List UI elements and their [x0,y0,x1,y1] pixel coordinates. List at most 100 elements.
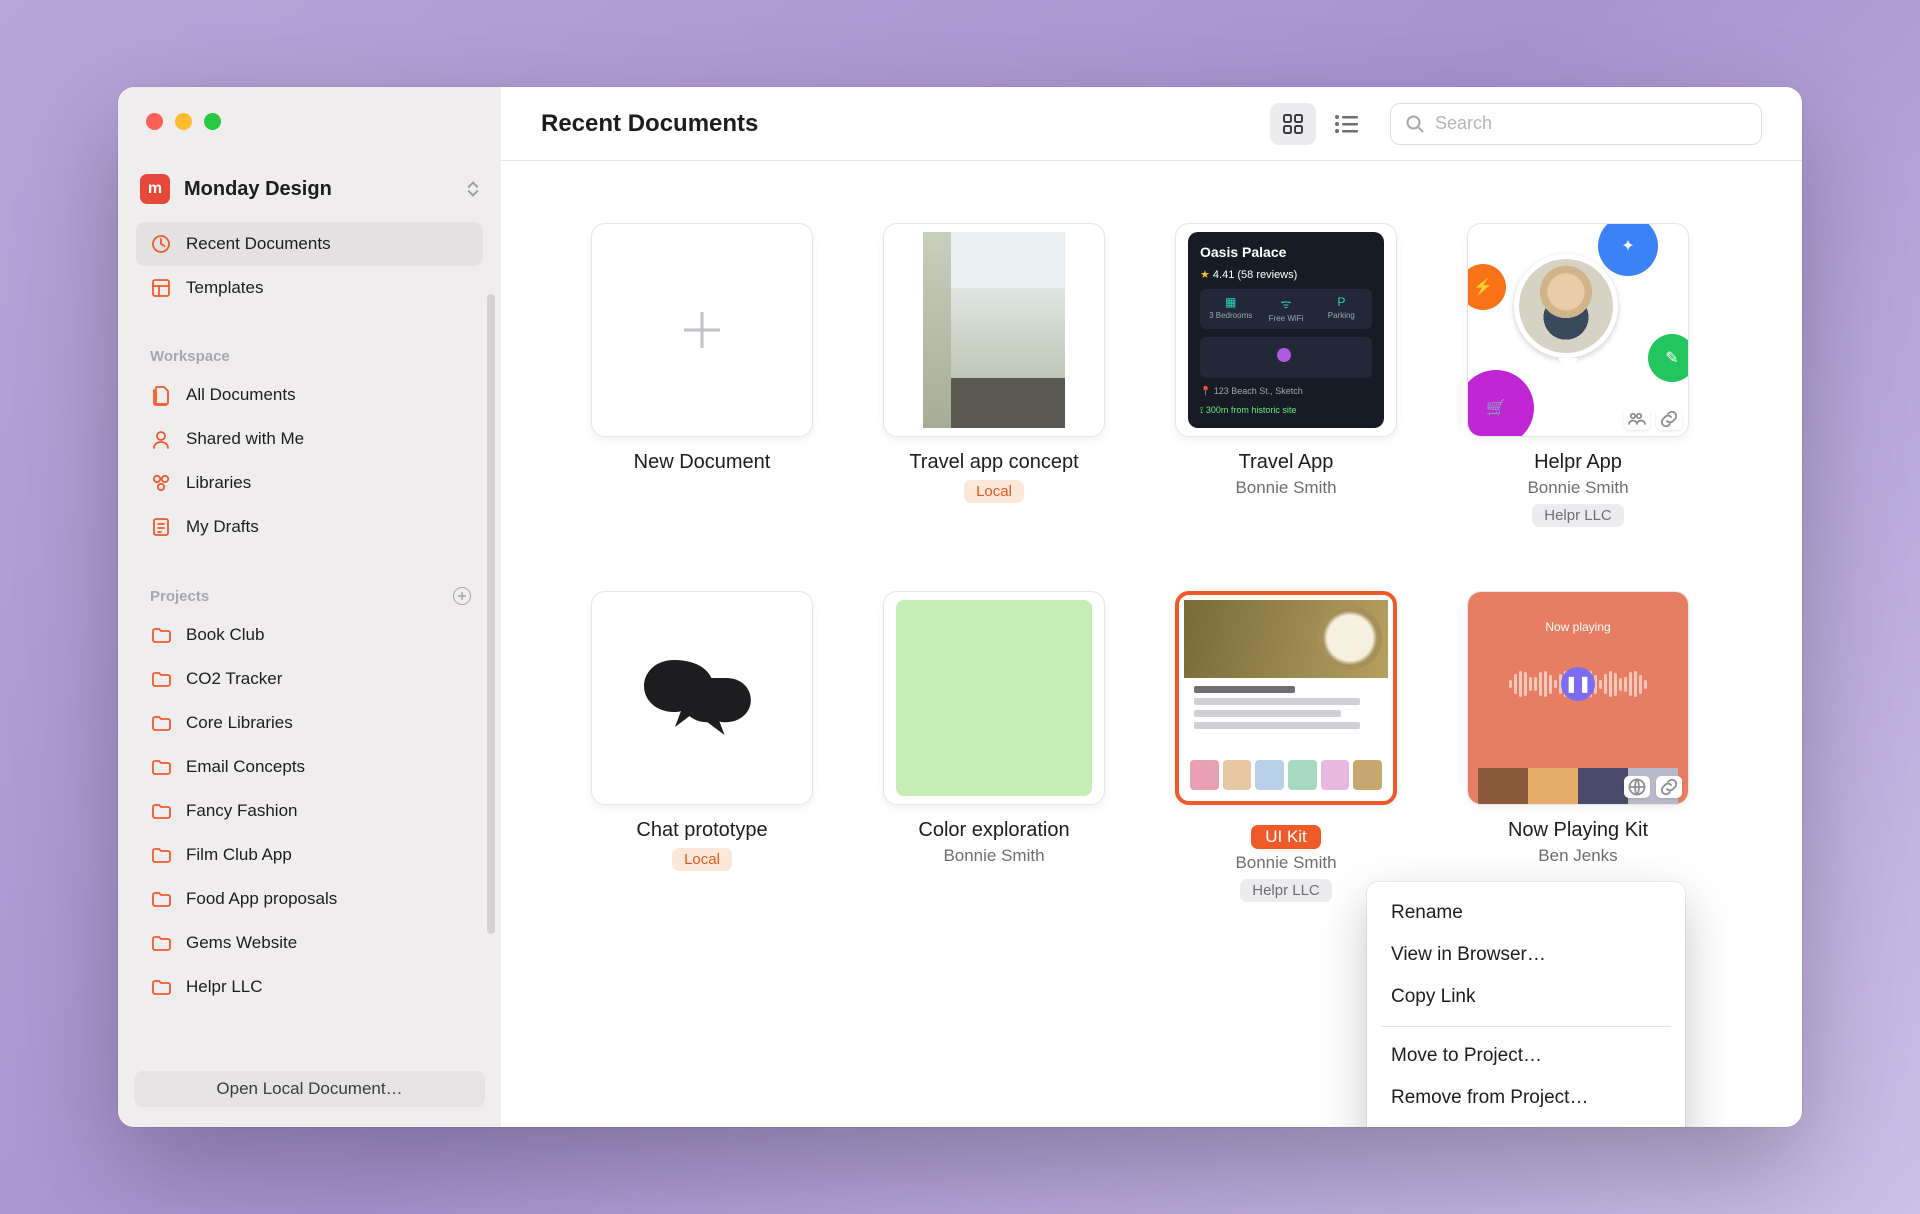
sidebar-item-label: Helpr LLC [186,977,263,997]
sidebar-item-book-club[interactable]: Book Club [136,613,483,657]
clock-icon [150,233,172,255]
org-badge: Helpr LLC [1240,879,1332,902]
folder-icon [150,712,172,734]
sidebar-item-film-club-app[interactable]: Film Club App [136,833,483,877]
team-name: Monday Design [184,178,453,201]
document-thumbnail[interactable]: Oasis Palace★ 4.41 (58 reviews) ▦3 Bedro… [1175,223,1397,437]
libraries-icon [150,472,172,494]
sidebar-item-label: Shared with Me [186,429,304,449]
grid-view-button[interactable] [1270,103,1316,145]
document-title: New Document [634,451,771,474]
document-author: Bonnie Smith [1235,853,1336,873]
add-project-button[interactable] [453,587,471,605]
sidebar-item-label: Email Concepts [186,757,305,777]
menu-item-view-in-browser[interactable]: View in Browser… [1367,934,1685,976]
sidebar-item-libraries[interactable]: Libraries [136,461,483,505]
sidebar-scroll: Recent Documents Templates Workspace All… [118,222,501,1059]
sidebar-item-email-concepts[interactable]: Email Concepts [136,745,483,789]
folder-icon [150,844,172,866]
sidebar: m Monday Design Recent Documents Templat… [118,87,501,1127]
sidebar-item-fancy-fashion[interactable]: Fancy Fashion [136,789,483,833]
sidebar-item-templates[interactable]: Templates [136,266,483,310]
sidebar-item-label: Food App proposals [186,889,337,909]
document-title: Color exploration [918,819,1069,842]
team-switcher[interactable]: m Monday Design [140,174,479,204]
document-title: UI Kit [1251,819,1321,849]
window-controls [118,87,501,130]
sidebar-item-label: My Drafts [186,517,259,537]
document-thumbnail[interactable] [591,223,813,437]
sidebar-item-food-app-proposals[interactable]: Food App proposals [136,877,483,921]
document-author: Bonnie Smith [943,846,1044,866]
page-title: Recent Documents [541,110,758,138]
search-input[interactable]: Search [1390,103,1762,145]
document-card[interactable]: Oasis Palace★ 4.41 (58 reviews) ▦3 Bedro… [1175,223,1397,527]
view-toggle [1270,103,1370,145]
document-author: Ben Jenks [1538,846,1617,866]
sidebar-item-core-libraries[interactable]: Core Libraries [136,701,483,745]
local-badge: Local [964,480,1024,503]
zoom-window-button[interactable] [204,113,221,130]
open-local-document-button[interactable]: Open Local Document… [134,1071,485,1107]
updown-chevrons-icon [467,181,479,197]
document-title: Chat prototype [636,819,767,842]
folder-icon [150,756,172,778]
sidebar-item-all-documents[interactable]: All Documents [136,373,483,417]
document-card[interactable]: ✦⚡✎🛒Helpr AppBonnie SmithHelpr LLC [1467,223,1689,527]
close-window-button[interactable] [146,113,163,130]
link-icon [1656,408,1682,430]
document-title: Helpr App [1534,451,1622,474]
folder-icon [150,888,172,910]
people-icon [1624,408,1650,430]
list-view-button[interactable] [1324,103,1370,145]
scrollbar[interactable] [487,294,495,934]
grid-icon [1281,112,1305,136]
sidebar-item-label: Libraries [186,473,251,493]
sidebar-item-co2-tracker[interactable]: CO2 Tracker [136,657,483,701]
sidebar-item-label: Recent Documents [186,234,331,254]
folder-icon [150,976,172,998]
folder-icon [150,932,172,954]
sidebar-item-recent-documents[interactable]: Recent Documents [136,222,483,266]
document-thumbnail[interactable] [883,591,1105,805]
folder-icon [150,800,172,822]
sidebar-item-label: Templates [186,278,263,298]
sidebar-item-helpr-llc[interactable]: Helpr LLC [136,965,483,1009]
document-card[interactable]: New Document [591,223,813,527]
menu-item-copy-link[interactable]: Copy Link [1367,976,1685,1018]
document-card[interactable]: Color exploration Bonnie Smith [883,591,1105,902]
sidebar-item-shared-with-me[interactable]: Shared with Me [136,417,483,461]
menu-item-rename[interactable]: Rename [1367,892,1685,934]
templates-icon [150,277,172,299]
sidebar-item-label: Fancy Fashion [186,801,298,821]
folder-icon [150,624,172,646]
document-author: Bonnie Smith [1235,478,1336,498]
shared-icon [150,428,172,450]
globe-icon [1624,776,1650,798]
minimize-window-button[interactable] [175,113,192,130]
app-window: m Monday Design Recent Documents Templat… [118,87,1802,1127]
document-thumbnail[interactable] [883,223,1105,437]
document-card[interactable]: Now playing❚❚Now Playing KitBen Jenks [1467,591,1689,902]
sidebar-item-label: All Documents [186,385,296,405]
sidebar-item-my-drafts[interactable]: My Drafts [136,505,483,549]
list-icon [1334,114,1360,134]
document-thumbnail[interactable]: Now playing❚❚ [1467,591,1689,805]
sidebar-item-label: Film Club App [186,845,292,865]
document-card[interactable]: UI Kit Bonnie Smith Helpr LLC [1175,591,1397,902]
sidebar-item-gems-website[interactable]: Gems Website [136,921,483,965]
search-icon [1405,114,1425,134]
document-card[interactable]: Chat prototypeLocal [591,591,813,902]
document-thumbnail[interactable]: ✦⚡✎🛒 [1467,223,1689,437]
menu-item-remove-from-project[interactable]: Remove from Project… [1367,1077,1685,1119]
workspace-header: Workspace [136,328,483,373]
sidebar-item-label: Gems Website [186,933,297,953]
document-card[interactable]: Travel app conceptLocal [883,223,1105,527]
sidebar-item-label: Core Libraries [186,713,293,733]
org-badge: Helpr LLC [1532,504,1624,527]
document-thumbnail[interactable] [1175,591,1397,805]
menu-separator [1381,1026,1671,1027]
projects-header: Projects [150,588,209,605]
menu-item-move-to-project[interactable]: Move to Project… [1367,1035,1685,1077]
document-thumbnail[interactable] [591,591,813,805]
